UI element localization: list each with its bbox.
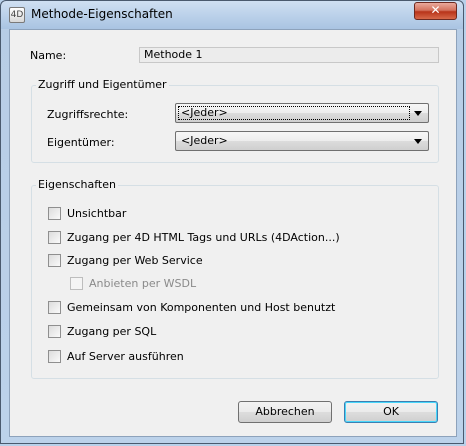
close-button[interactable]: ✕: [414, 2, 457, 20]
dialog-window: 4D Methode-Eigenschaften ✕ Name: Methode…: [0, 0, 464, 444]
chevron-down-icon: [414, 111, 422, 116]
name-field[interactable]: Methode 1: [139, 47, 439, 63]
checkbox-box[interactable]: [48, 231, 61, 244]
owner-label: Eigentümer:: [47, 136, 115, 149]
cancel-button[interactable]: Abbrechen: [238, 401, 332, 423]
owner-value: <Jeder>: [181, 134, 228, 147]
window-title: Methode-Eigenschaften: [31, 7, 173, 21]
access-rights-dropdown[interactable]: <Jeder>: [175, 103, 429, 123]
checkbox-label: Gemeinsam von Komponenten und Host benut…: [67, 301, 336, 314]
chevron-down-icon: [414, 139, 422, 144]
owner-dropdown[interactable]: <Jeder>: [175, 131, 429, 151]
checkbox-box[interactable]: [48, 325, 61, 338]
close-icon: ✕: [430, 3, 441, 17]
properties-legend: Eigenschaften: [36, 178, 118, 191]
checkbox-box[interactable]: [48, 350, 61, 363]
checkbox-box[interactable]: [48, 301, 61, 314]
checkbox-label: Unsichtbar: [67, 207, 127, 220]
checkbox-label: Zugang per 4D HTML Tags und URLs (4DActi…: [67, 231, 340, 244]
checkbox-label: Anbieten per WSDL: [89, 277, 197, 290]
access-owner-legend: Zugriff und Eigentümer: [36, 78, 169, 91]
title-bar[interactable]: 4D Methode-Eigenschaften ✕: [1, 1, 463, 29]
app-icon: 4D: [9, 7, 25, 23]
checkbox-box[interactable]: [48, 207, 61, 220]
checkbox-box: [70, 277, 83, 290]
access-owner-group: Zugriff und Eigentümer Zugriffsrechte: <…: [31, 78, 439, 163]
focus-ring: [178, 106, 410, 120]
checkbox-label: Auf Server ausführen: [67, 350, 184, 363]
name-label: Name:: [30, 49, 67, 62]
checkbox-label: Zugang per SQL: [67, 325, 157, 338]
checkbox-box[interactable]: [48, 254, 61, 267]
dialog-content: Name: Methode 1 Zugriff und Eigentümer Z…: [9, 29, 457, 437]
ok-button[interactable]: OK: [344, 401, 438, 423]
access-rights-label: Zugriffsrechte:: [47, 108, 129, 121]
checkbox-label: Zugang per Web Service: [67, 254, 203, 267]
properties-group: Eigenschaften Unsichtbar Zugang per 4D H…: [31, 178, 439, 379]
